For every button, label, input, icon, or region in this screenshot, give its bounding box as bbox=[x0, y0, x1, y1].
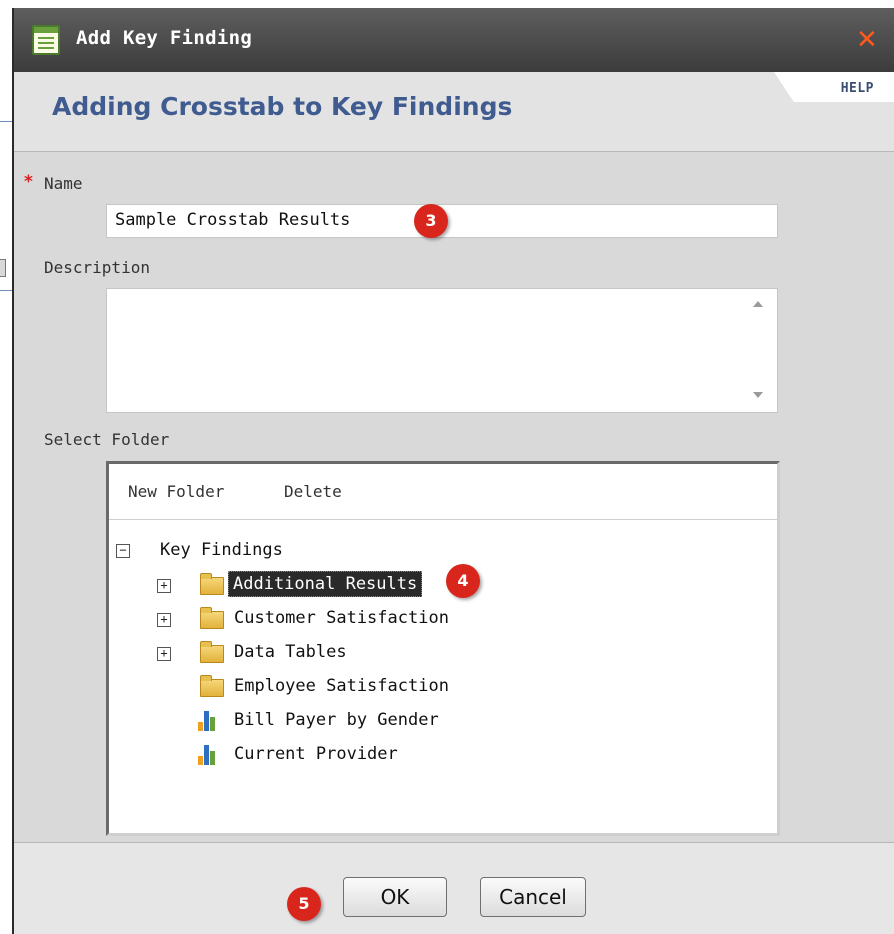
page-title: Adding Crosstab to Key Findings bbox=[52, 92, 513, 121]
dialog-titlebar: Add Key Finding ✕ bbox=[14, 8, 894, 72]
bar-chart-icon bbox=[198, 745, 218, 765]
collapse-toggle-icon[interactable]: − bbox=[116, 544, 130, 558]
name-label: Name bbox=[44, 174, 83, 193]
tree-item-employee-satisfaction[interactable]: Employee Satisfaction bbox=[234, 676, 449, 696]
expand-toggle-icon[interactable]: + bbox=[157, 579, 171, 593]
new-folder-button[interactable]: New Folder bbox=[128, 482, 224, 501]
folder-icon bbox=[200, 573, 224, 595]
folder-tree-panel: New Folder Delete − Key Findings + Addit… bbox=[106, 461, 780, 836]
expand-toggle-icon[interactable]: + bbox=[157, 613, 171, 627]
cancel-button[interactable]: Cancel bbox=[480, 877, 586, 917]
ok-button[interactable]: OK bbox=[343, 877, 447, 917]
tree-item-bill-payer-by-gender[interactable]: Bill Payer by Gender bbox=[234, 710, 439, 730]
bar-chart-icon bbox=[198, 711, 218, 731]
dialog-title: Add Key Finding bbox=[76, 27, 253, 49]
background-control bbox=[0, 259, 6, 277]
notepad-icon bbox=[32, 25, 60, 55]
dialog-subheader: Adding Crosstab to Key Findings HELP bbox=[14, 72, 894, 152]
description-textarea[interactable] bbox=[106, 288, 778, 413]
dialog-footer: 5 OK Cancel bbox=[14, 842, 894, 934]
required-marker: * bbox=[24, 172, 33, 192]
expand-toggle-icon[interactable]: + bbox=[157, 647, 171, 661]
help-link[interactable]: HELP bbox=[841, 81, 874, 96]
tree-item-customer-satisfaction[interactable]: Customer Satisfaction bbox=[234, 608, 449, 628]
tree-item-data-tables[interactable]: Data Tables bbox=[234, 642, 347, 662]
folder-icon bbox=[200, 607, 224, 629]
screen: Add Key Finding ✕ Adding Crosstab to Key… bbox=[0, 0, 894, 934]
scroll-down-arrow-icon[interactable] bbox=[753, 392, 763, 398]
scroll-up-arrow-icon[interactable] bbox=[753, 301, 763, 307]
description-label: Description bbox=[44, 258, 150, 277]
callout-badge-4: 4 bbox=[446, 564, 480, 598]
tree-item-additional-results[interactable]: Additional Results bbox=[228, 571, 423, 597]
tree-root-key-findings[interactable]: Key Findings bbox=[160, 540, 283, 560]
callout-badge-5: 5 bbox=[287, 887, 321, 921]
help-tab[interactable]: HELP bbox=[774, 72, 894, 102]
tree-item-current-provider[interactable]: Current Provider bbox=[234, 744, 398, 764]
close-icon[interactable]: ✕ bbox=[856, 27, 878, 53]
add-key-finding-dialog: Add Key Finding ✕ Adding Crosstab to Key… bbox=[12, 8, 894, 934]
callout-badge-3: 3 bbox=[414, 204, 448, 238]
select-folder-label: Select Folder bbox=[44, 430, 170, 449]
folder-icon bbox=[200, 675, 224, 697]
delete-folder-button[interactable]: Delete bbox=[284, 482, 342, 501]
folder-toolbar: New Folder Delete bbox=[109, 464, 777, 520]
folder-icon bbox=[200, 641, 224, 663]
